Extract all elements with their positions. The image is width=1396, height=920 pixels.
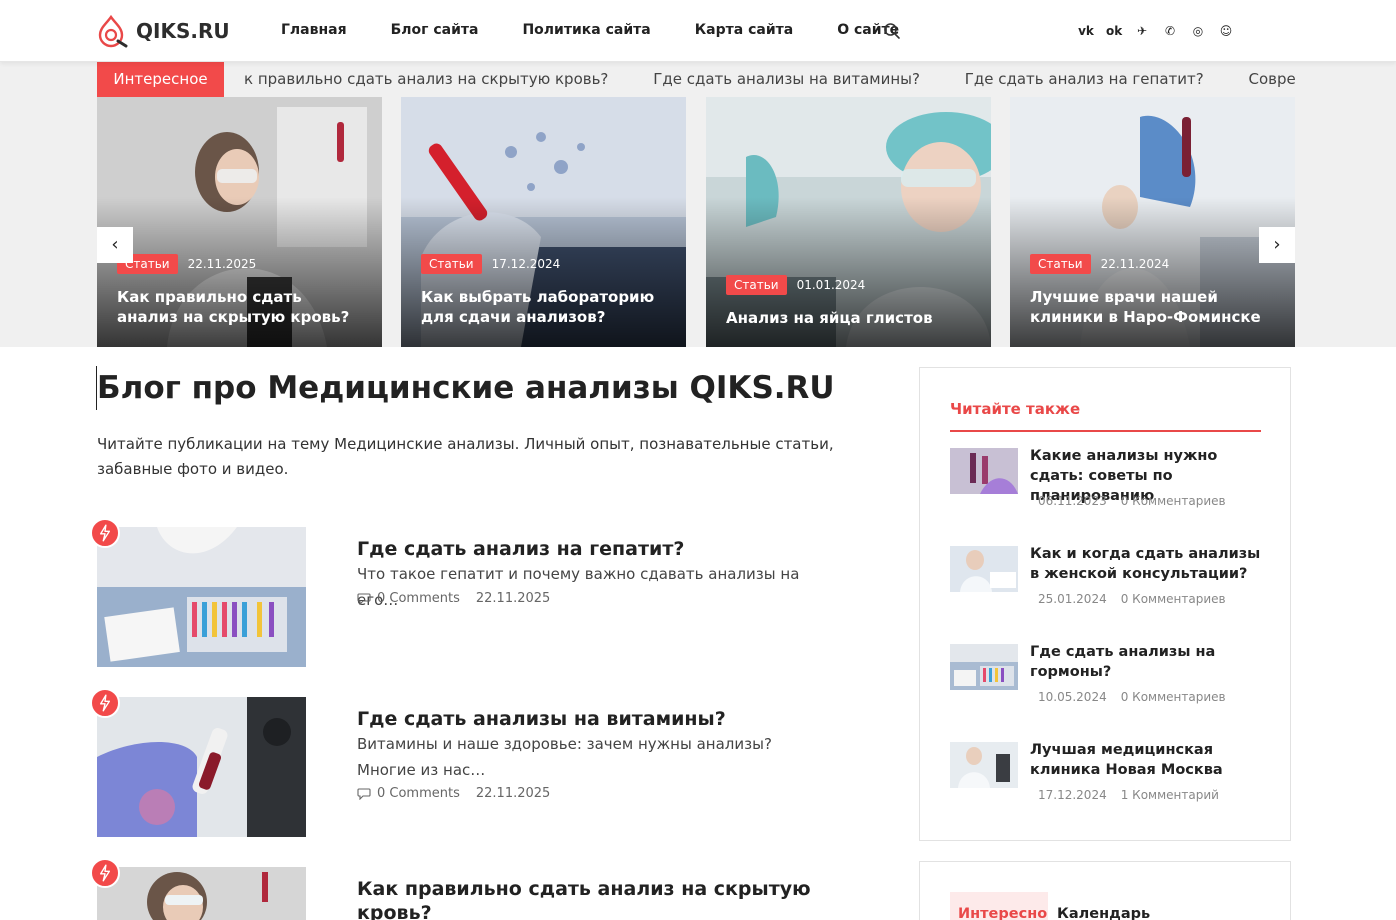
comment-icon <box>357 787 371 800</box>
lightning-icon[interactable] <box>90 858 120 888</box>
post-title[interactable]: Как правильно сдать анализ на скрытую кр… <box>357 877 827 920</box>
post-image <box>97 697 306 837</box>
category-badge[interactable]: Статьи <box>421 254 482 274</box>
lightning-icon[interactable] <box>90 518 120 548</box>
site-header: QIKS.RU Главная Блог сайта Политика сайт… <box>0 0 1396 62</box>
ticker-item[interactable]: Современный подх <box>1249 70 1296 88</box>
slide-date: 22.11.2025 <box>187 257 257 271</box>
comment-icon <box>357 592 371 605</box>
ticker-item[interactable]: к правильно сдать анализ на скрытую кров… <box>244 70 608 88</box>
post-thumbnail[interactable] <box>97 867 306 920</box>
post-title[interactable]: Где сдать анализ на гепатит? <box>357 537 827 561</box>
sidebar-post-image <box>950 644 1018 690</box>
sidebar-tabs-widget: Интересно Календарь <box>919 861 1291 920</box>
news-ticker: к правильно сдать анализ на скрытую кров… <box>244 70 1296 92</box>
slide-date: 01.01.2024 <box>796 278 866 292</box>
tab-calendar[interactable]: Календарь <box>1057 906 1150 920</box>
slide-title[interactable]: Лучшие врачи нашей клиники в Наро-Фоминс… <box>1030 287 1279 327</box>
lightning-icon[interactable] <box>90 688 120 718</box>
main-nav: Главная Блог сайта Политика сайта Карта … <box>281 22 943 38</box>
sidebar-post-date: 25.01.2024 <box>1038 592 1107 606</box>
post-item: Как правильно сдать анализ на скрытую кр… <box>90 858 857 920</box>
ticker-item[interactable]: Где сдать анализы на витамины? <box>653 70 920 88</box>
sidebar-post-comments[interactable]: 0 Комментариев <box>1121 494 1226 508</box>
sidebar-post-comments[interactable]: 0 Комментариев <box>1121 690 1226 704</box>
yandex-zen-icon[interactable]: ☺ <box>1218 23 1234 39</box>
page-title: Блог про Медицинские анализы QIKS.RU <box>97 370 835 406</box>
sidebar-post-comments[interactable]: 0 Комментариев <box>1121 592 1226 606</box>
post-thumbnail[interactable] <box>97 527 306 667</box>
sidebar-post-date: 17.12.2024 <box>1038 788 1107 802</box>
ticker-item[interactable]: Где сдать анализ на гепатит? <box>965 70 1204 88</box>
sidebar-post[interactable]: Лучшая медицинская клиника Новая Москва … <box>950 730 1261 810</box>
slide-card[interactable]: Статьи 22.11.2025 Как правильно сдать ан… <box>97 97 382 347</box>
nav-sitemap[interactable]: Карта сайта <box>695 22 793 38</box>
nav-policy[interactable]: Политика сайта <box>522 22 650 38</box>
nav-home[interactable]: Главная <box>281 22 347 38</box>
sidebar-post-date: 06.11.2023 <box>1038 494 1107 508</box>
slide-title[interactable]: Анализ на яйца глистов <box>726 308 975 328</box>
post-image <box>97 867 306 920</box>
slide-date: 17.12.2024 <box>491 257 561 271</box>
sidebar-post-thumbnail[interactable] <box>950 546 1018 592</box>
featured-slider: ‹ › Статьи 22.11.2025 Как правильно сдат… <box>97 97 1295 347</box>
drop-logo-icon <box>98 14 128 48</box>
slide-card[interactable]: Статьи 17.12.2024 Как выбрать лаборатори… <box>401 97 686 347</box>
post-thumbnail[interactable] <box>97 697 306 837</box>
sidebar-post-image <box>950 546 1018 592</box>
slide-card[interactable]: Статьи 01.01.2024 Анализ на яйца глистов <box>706 97 991 347</box>
sidebar-post[interactable]: Где сдать анализы на гормоны? 10.05.2024… <box>950 632 1261 712</box>
slide-title[interactable]: Как правильно сдать анализ на скрытую кр… <box>117 287 366 327</box>
post-excerpt: Витамины и наше здоровье: зачем нужны ан… <box>357 735 772 779</box>
viber-icon[interactable]: ✆ <box>1162 23 1178 39</box>
post-item: Где сдать анализ на гепатит? Что такое г… <box>90 518 857 667</box>
sidebar-post-image <box>950 742 1018 788</box>
sidebar-read-also: Читайте также Какие анализы нужно сдать:… <box>919 367 1291 841</box>
sidebar-post-title[interactable]: Где сдать анализы на гормоны? <box>1030 642 1265 682</box>
post-title[interactable]: Где сдать анализы на витамины? <box>357 707 827 731</box>
sidebar-post-title[interactable]: Как и когда сдать анализы в женской конс… <box>1030 544 1265 584</box>
post-date: 22.11.2025 <box>475 786 551 801</box>
category-badge[interactable]: Статьи <box>1030 254 1091 274</box>
post-comments[interactable]: 0 Comments <box>377 591 460 606</box>
post-item: Где сдать анализы на витамины? Витамины … <box>90 688 857 837</box>
sidebar-post[interactable]: Как и когда сдать анализы в женской конс… <box>950 534 1261 614</box>
social-links: vk ok ✈ ✆ ◎ ☺ <box>1078 23 1246 39</box>
tab-interesting[interactable]: Интересно <box>950 892 1048 920</box>
logo-text: QIKS.RU <box>136 19 230 43</box>
nav-blog[interactable]: Блог сайта <box>391 22 479 38</box>
slide-date: 22.11.2024 <box>1100 257 1170 271</box>
slider-next-button[interactable]: › <box>1259 227 1295 263</box>
sidebar-post-thumbnail[interactable] <box>950 644 1018 690</box>
sidebar-post-title[interactable]: Лучшая медицинская клиника Новая Москва <box>1030 740 1265 780</box>
site-logo[interactable]: QIKS.RU <box>96 14 230 48</box>
search-icon[interactable] <box>883 22 901 40</box>
post-image <box>97 527 306 667</box>
post-date: 22.11.2025 <box>475 591 551 606</box>
sidebar-post-thumbnail[interactable] <box>950 448 1018 494</box>
sidebar-post[interactable]: Какие анализы нужно сдать: советы по пла… <box>950 436 1261 516</box>
slide-card[interactable]: Статьи 22.11.2024 Лучшие врачи нашей кли… <box>1010 97 1295 347</box>
sidebar-post-comments[interactable]: 1 Комментарий <box>1121 788 1219 802</box>
page-intro: Читайте публикации на тему Медицинские а… <box>97 435 834 478</box>
sidebar-post-date: 10.05.2024 <box>1038 690 1107 704</box>
sidebar-post-image <box>950 448 1018 494</box>
slider-prev-button[interactable]: ‹ <box>97 227 133 263</box>
whatsapp-icon[interactable]: ◎ <box>1190 23 1206 39</box>
vk-icon[interactable]: vk <box>1078 23 1094 39</box>
odnoklassniki-icon[interactable]: ok <box>1106 23 1122 39</box>
sidebar-title: Читайте также <box>950 400 1081 418</box>
post-comments[interactable]: 0 Comments <box>377 786 460 801</box>
hero-zone: Интересное к правильно сдать анализ на с… <box>0 62 1396 347</box>
category-badge[interactable]: Статьи <box>726 275 787 295</box>
telegram-icon[interactable]: ✈ <box>1134 23 1150 39</box>
ticker-label: Интересное <box>97 62 224 97</box>
sidebar-post-thumbnail[interactable] <box>950 742 1018 788</box>
slide-title[interactable]: Как выбрать лабораторию для сдачи анализ… <box>421 287 670 327</box>
